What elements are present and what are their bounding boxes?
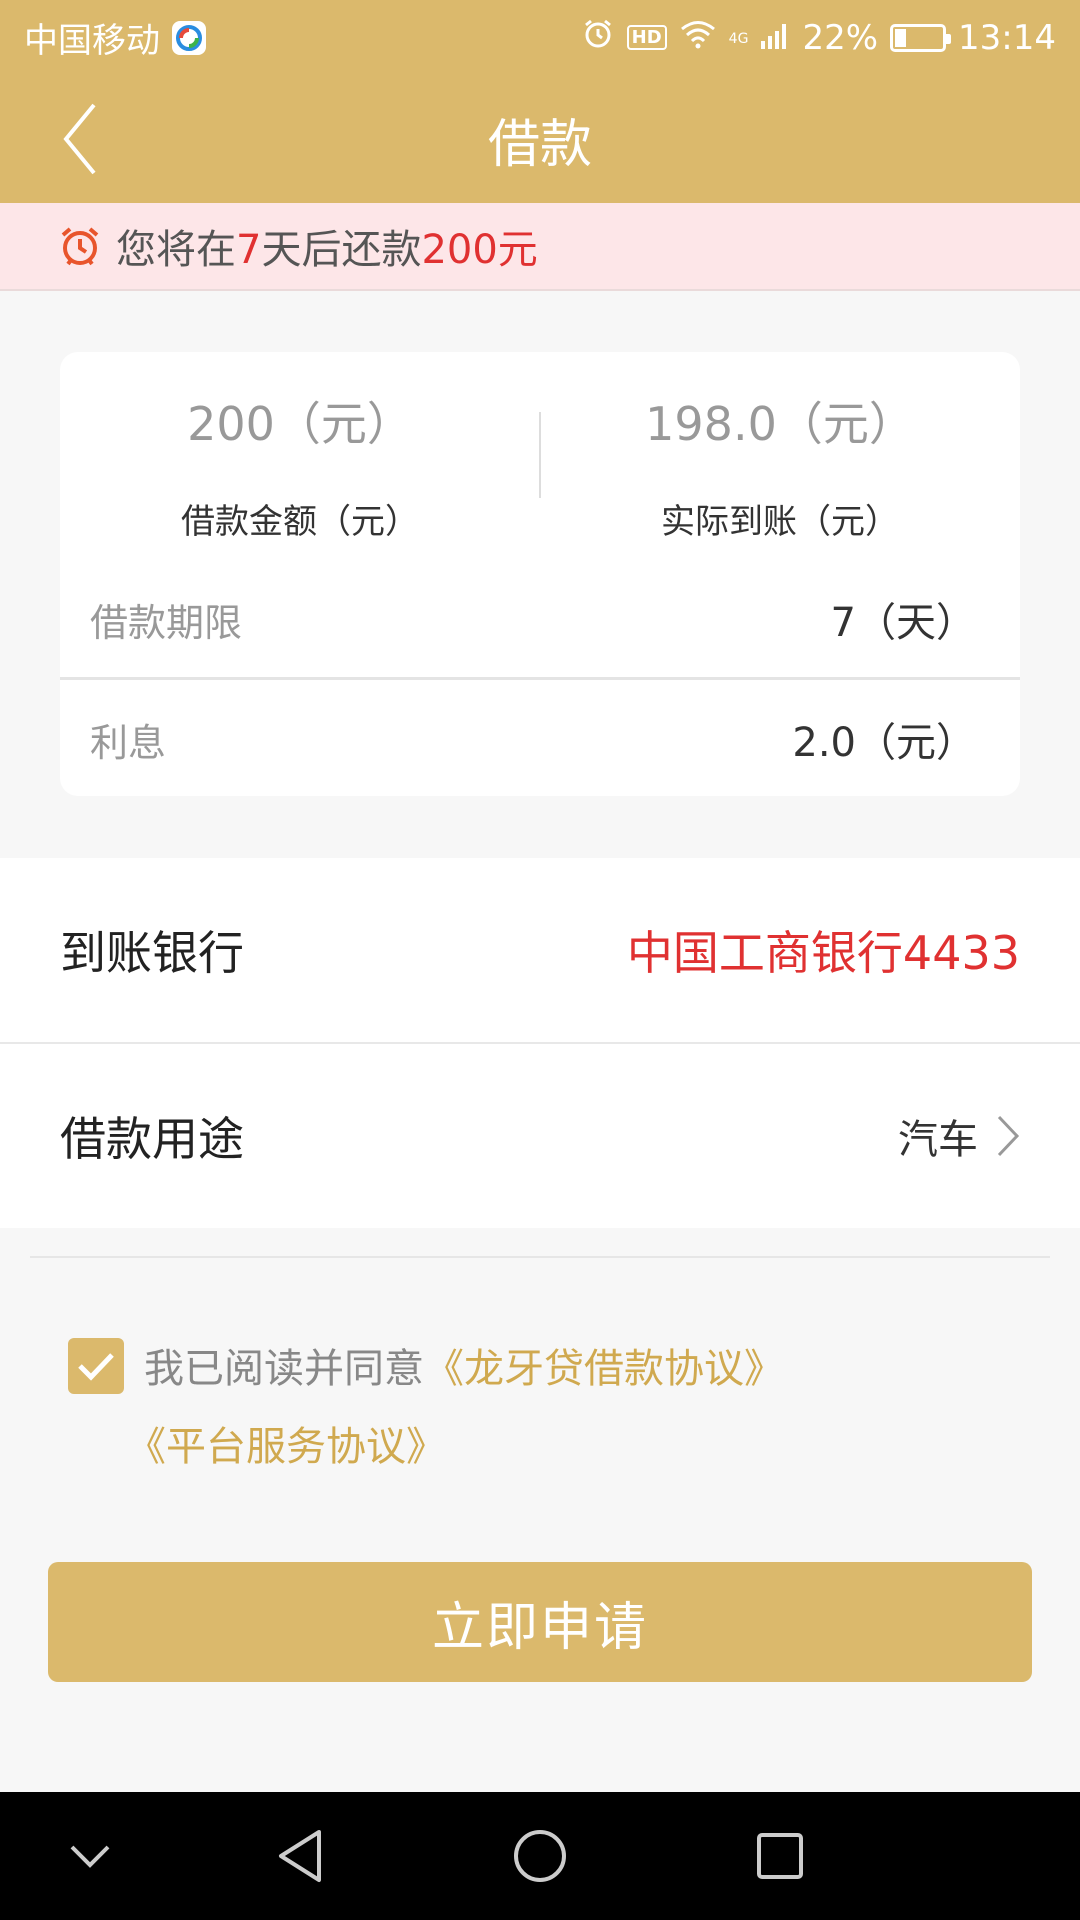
receiving-bank-label: 到账银行 — [60, 926, 244, 980]
section-divider — [30, 1256, 1050, 1258]
loan-term-label: 借款期限 — [90, 600, 243, 645]
apply-now-button[interactable]: 立即申请 — [48, 1562, 1032, 1682]
received-amount-value: 198.0（元） — [645, 397, 915, 451]
interest-value: 2.0（元） — [792, 720, 976, 766]
interest-label: 利息 — [90, 720, 167, 765]
repayment-notice: 您将在7天后还款200元 — [0, 203, 1080, 291]
network-type: 4G — [728, 30, 749, 47]
loan-amount-label: 借款金额（元） — [181, 502, 419, 542]
nav-hide-button[interactable] — [40, 1816, 140, 1896]
status-left: 中国移动 — [24, 13, 206, 62]
nav-back-button[interactable] — [250, 1816, 350, 1896]
receiving-bank-value: 中国工商银行4433 — [626, 926, 1020, 980]
signal-icon — [760, 18, 790, 58]
hd-badge: HD — [626, 25, 667, 50]
wifi-icon — [679, 18, 717, 58]
battery-percent: 22% — [802, 17, 879, 58]
loan-term-row: 借款期限 7（天） — [60, 560, 1020, 678]
received-amount-label: 实际到账（元） — [661, 502, 899, 542]
service-agreement-link[interactable]: 《平台服务协议》 — [126, 1414, 446, 1472]
interest-row: 利息 2.0（元） — [60, 680, 1020, 798]
page-title: 借款 — [487, 114, 592, 175]
notice-days: 7 — [236, 227, 262, 273]
alarm-icon — [581, 17, 615, 59]
amount-summary: 200（元） 借款金额（元） 198.0（元） 实际到账（元） — [60, 352, 1020, 552]
triangle-back-icon — [279, 1830, 321, 1882]
carrier-app-icon — [172, 20, 206, 55]
checkmark-icon — [78, 1353, 114, 1381]
chevron-down-icon — [70, 1845, 110, 1868]
loan-purpose-value: 汽车 — [898, 1117, 978, 1163]
agreement-text-line: 我已阅读并同意《龙牙贷借款协议》 — [144, 1336, 784, 1394]
loan-purpose-label: 借款用途 — [60, 1112, 244, 1166]
notice-text: 您将在7天后还款200元 — [116, 217, 538, 275]
notice-amount: 200元 — [421, 227, 538, 273]
receiving-bank-row[interactable]: 到账银行 中国工商银行4433 — [0, 858, 1080, 1042]
header: 借款 — [0, 75, 1080, 203]
system-nav-bar — [0, 1792, 1080, 1920]
circle-home-icon — [514, 1830, 566, 1882]
notice-middle: 天后还款 — [261, 227, 422, 273]
loan-term-value: 7（天） — [830, 600, 976, 646]
loan-purpose-row[interactable]: 借款用途 汽车 — [0, 1044, 1080, 1228]
carrier-name: 中国移动 — [24, 21, 160, 61]
agreement-text: 我已阅读并同意 — [144, 1346, 424, 1392]
notice-prefix: 您将在 — [116, 227, 236, 273]
clock: 13:14 — [958, 17, 1056, 58]
loan-summary-card: 200（元） 借款金额（元） 198.0（元） 实际到账（元） 借款期限 7（天… — [60, 352, 1020, 796]
loan-agreement-link[interactable]: 《龙牙贷借款协议》 — [424, 1346, 784, 1392]
nav-recents-button[interactable] — [730, 1816, 830, 1896]
received-amount-column: 198.0（元） 实际到账（元） — [540, 388, 1020, 543]
loan-purpose-selector[interactable]: 汽车 — [898, 1107, 1020, 1165]
alarm-clock-icon — [61, 227, 99, 266]
loan-amount-value: 200（元） — [187, 397, 413, 451]
battery-level — [895, 28, 907, 47]
back-button[interactable] — [50, 97, 110, 181]
nav-home-button[interactable] — [490, 1816, 590, 1896]
status-right: HD 4G 22% 13:14 — [581, 17, 1056, 59]
status-bar: 中国移动 HD 4G 22% 13:14 — [0, 0, 1080, 75]
agreement-checkbox[interactable] — [68, 1338, 124, 1394]
chevron-right-icon — [997, 1115, 1020, 1157]
battery-icon — [890, 23, 952, 52]
square-recents-icon — [757, 1833, 803, 1879]
loan-amount-column: 200（元） 借款金额（元） — [60, 388, 540, 543]
chevron-left-icon — [63, 103, 96, 175]
